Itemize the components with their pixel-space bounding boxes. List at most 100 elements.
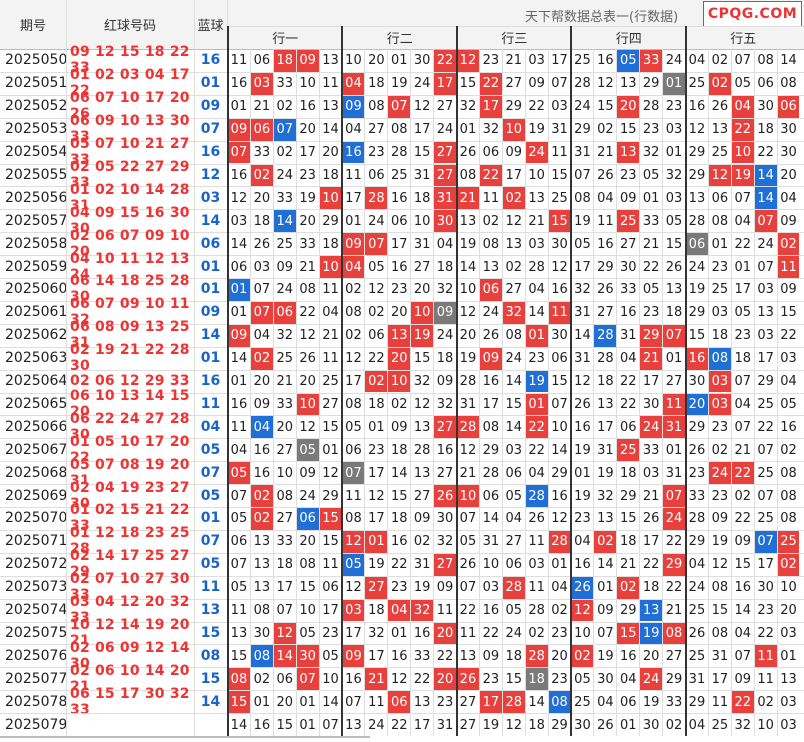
cell-divider (249, 49, 251, 736)
data-cell: 02 (276, 145, 294, 161)
data-cell: 18 (413, 190, 431, 206)
data-cell: 22 (525, 416, 548, 439)
data-cell: 17 (322, 603, 339, 619)
data-cell: 22 (731, 691, 754, 714)
data-cell: 03 (780, 351, 797, 367)
cell-divider (295, 49, 297, 736)
data-cell: 01 (551, 557, 568, 573)
data-cell: 14 (754, 164, 777, 187)
data-cell: 19 (413, 580, 431, 596)
data-cell: 29 (551, 465, 568, 481)
data-cell: 08 (505, 328, 523, 344)
data-cell: 23 (688, 465, 706, 481)
data-cell: 07 (754, 530, 777, 553)
data-cell: 28 (457, 416, 479, 439)
cell-divider (616, 49, 618, 736)
data-cell: 33 (642, 213, 660, 229)
data-cell: 06 (230, 534, 248, 550)
data-cell: 07 (342, 462, 365, 485)
blue-ball-cell: 09 (200, 98, 221, 115)
data-cell: 26 (571, 576, 594, 599)
data-cell: 17 (479, 691, 502, 714)
data-cell: 02 (711, 442, 729, 458)
data-cell: 20 (642, 648, 660, 664)
data-cell: 06 (551, 351, 568, 367)
data-cell: 14 (551, 442, 568, 458)
period-cell: 2025068 (5, 464, 68, 481)
data-cell: 09 (390, 419, 408, 435)
data-cell: 16 (597, 236, 614, 252)
red-balls-cell (66, 713, 194, 736)
data-cell: 15 (619, 511, 637, 527)
data-cell: 25 (276, 351, 294, 367)
data-cell: 16 (574, 557, 591, 573)
data-cell: 11 (459, 625, 477, 641)
data-cell: 07 (551, 76, 568, 92)
data-cell: 12 (299, 328, 316, 344)
data-cell: 23 (482, 53, 500, 69)
period-cell: 2025053 (5, 121, 68, 138)
data-cell: 27 (665, 648, 683, 664)
data-cell: 05 (642, 167, 660, 183)
data-cell: 18 (505, 648, 523, 664)
data-cell: 02 (665, 717, 683, 733)
data-cell: 12 (413, 99, 431, 115)
data-cell: 10 (502, 118, 525, 141)
data-cell: 15 (413, 145, 431, 161)
data-cell: 16 (253, 717, 271, 733)
data-cell: 07 (273, 118, 296, 141)
data-cell: 10 (780, 580, 797, 596)
data-cell: 20 (299, 122, 316, 138)
data-cell: 29 (505, 99, 523, 115)
data-cell: 17 (368, 648, 385, 664)
data-cell: 09 (597, 603, 614, 619)
data-cell: 09 (619, 190, 637, 206)
period-cell: 2025078 (5, 693, 68, 710)
data-cell: 16 (686, 347, 708, 370)
data-cell: 10 (299, 603, 316, 619)
data-cell: 22 (665, 580, 683, 596)
data-cell: 10 (319, 187, 342, 210)
data-cell: 22 (413, 671, 431, 687)
data-cell: 20 (299, 374, 316, 390)
data-cell: 03 (342, 599, 365, 622)
data-cell: 19 (390, 76, 408, 92)
blue-ball-cell: 14 (200, 693, 221, 710)
data-cell: 11 (322, 76, 339, 92)
data-cell: 32 (597, 488, 614, 504)
data-cell: 09 (228, 118, 250, 141)
data-cell: 14 (273, 645, 296, 668)
data-cell: 07 (734, 53, 752, 69)
data-cell: 11 (322, 282, 339, 298)
data-cell: 08 (780, 488, 797, 504)
data-cell: 14 (528, 305, 545, 321)
blue-ball-cell: 05 (200, 487, 221, 504)
data-cell: 17 (479, 95, 502, 118)
data-cell: 15 (734, 557, 752, 573)
data-cell: 18 (436, 259, 454, 275)
data-cell: 16 (688, 99, 706, 115)
data-cell: 08 (345, 511, 362, 527)
data-cell: 11 (757, 671, 774, 687)
data-cell: 05 (574, 671, 591, 687)
data-cell: 03 (505, 442, 523, 458)
data-cell: 23 (368, 145, 385, 161)
header-group-1: 行一 (272, 32, 299, 47)
data-cell: 11 (711, 694, 729, 710)
data-cell: 13 (528, 190, 545, 206)
data-cell: 05 (230, 511, 248, 527)
data-cell: 09 (734, 671, 752, 687)
data-cell: 04 (250, 416, 273, 439)
data-cell: 15 (619, 122, 637, 138)
data-cell: 25 (688, 603, 706, 619)
group-divider (684, 26, 687, 736)
data-cell: 09 (436, 580, 454, 596)
period-cell: 2025062 (5, 327, 68, 344)
data-cell: 04 (528, 282, 545, 298)
data-cell: 04 (688, 557, 706, 573)
data-cell: 06 (711, 190, 729, 206)
data-cell: 19 (574, 488, 591, 504)
data-cell: 27 (505, 282, 523, 298)
data-cell: 02 (253, 671, 271, 687)
data-cell: 31 (663, 416, 685, 439)
